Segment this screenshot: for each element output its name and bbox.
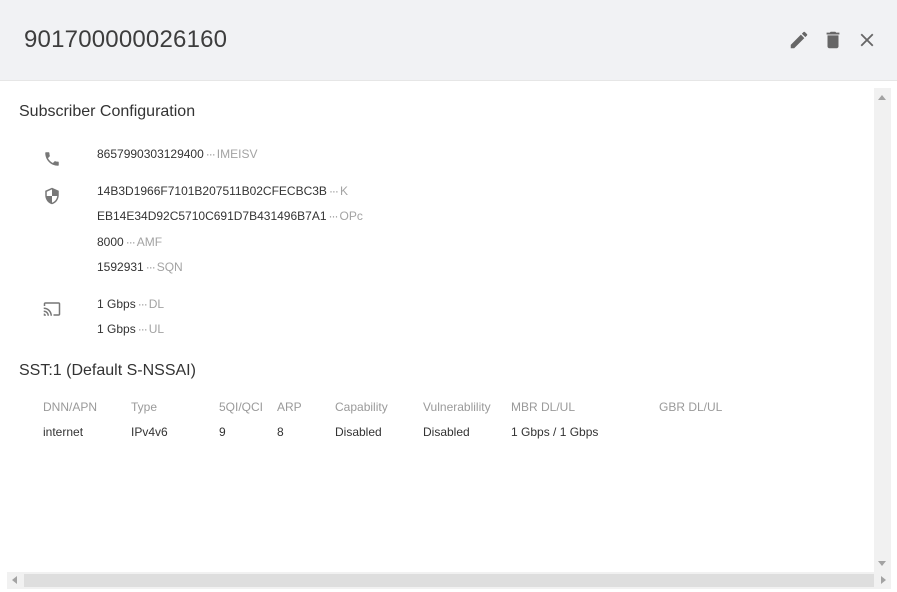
col-header-vulnerability: Vulnerablility: [423, 400, 491, 414]
table-cell-arp: 8: [277, 425, 284, 439]
dots: ···: [328, 209, 339, 223]
col-header-arp: ARP: [277, 400, 302, 414]
k-label: K: [339, 184, 348, 198]
phone-icon: [45, 152, 59, 166]
amf-label: AMF: [136, 235, 163, 249]
imeisv-value: 8657990303129400: [97, 147, 204, 161]
ul-label: UL: [148, 322, 165, 336]
dialog-header: 901700000026160: [0, 0, 897, 81]
opc-value: EB14E34D92C5710C691D7B431496B7A1: [97, 209, 327, 223]
amf-value: 8000: [97, 235, 124, 249]
sqn-row: 1592931 ··· SQN: [97, 260, 183, 274]
shield-icon-wrap: [43, 187, 63, 207]
table-cell-5qi: 9: [219, 425, 226, 439]
dots: ···: [137, 297, 148, 311]
cast-icon: [43, 302, 61, 316]
imeisv-label: IMEISV: [216, 147, 258, 161]
horizontal-scrollbar[interactable]: [7, 572, 891, 589]
dots: ···: [137, 322, 148, 336]
cast-icon-wrap: [43, 300, 63, 320]
table-cell-mbr: 1 Gbps / 1 Gbps: [511, 425, 599, 439]
shield-icon: [45, 187, 59, 205]
table-cell-dnn: internet: [43, 425, 84, 439]
col-header-gbr: GBR DL/UL: [659, 400, 723, 414]
edit-icon: [790, 31, 808, 49]
table-cell-type: IPv4v6: [131, 425, 168, 439]
dots: ···: [328, 184, 339, 198]
dots: ···: [125, 235, 136, 249]
delete-button[interactable]: [821, 28, 845, 52]
page-title: 901700000026160: [24, 26, 228, 53]
horizontal-scroll-thumb[interactable]: [24, 574, 874, 587]
ul-row: 1 Gbps ··· UL: [97, 322, 164, 336]
scroll-left-arrow-icon[interactable]: [12, 576, 17, 584]
phone-icon-wrap: [43, 150, 63, 170]
opc-label: OPc: [339, 209, 363, 223]
table-cell-capability: Disabled: [335, 425, 382, 439]
imeisv-row: 8657990303129400 ··· IMEISV: [97, 147, 257, 161]
vertical-scrollbar[interactable]: [874, 88, 891, 572]
col-header-5qi: 5QI/QCI: [219, 400, 264, 414]
scroll-right-arrow-icon[interactable]: [881, 576, 886, 584]
subscriber-section-title: Subscriber Configuration: [19, 103, 196, 120]
header-actions: [787, 28, 879, 52]
close-button[interactable]: [855, 28, 879, 52]
dl-row: 1 Gbps ··· DL: [97, 297, 164, 311]
dl-value: 1 Gbps: [97, 297, 136, 311]
dl-label: DL: [148, 297, 165, 311]
opc-row: EB14E34D92C5710C691D7B431496B7A1 ··· OPc: [97, 209, 363, 223]
dialog-content[interactable]: Subscriber Configuration 865799030312940…: [0, 81, 874, 572]
delete-icon: [826, 31, 840, 49]
scroll-down-arrow-icon[interactable]: [878, 561, 886, 566]
col-header-dnn: DNN/APN: [43, 400, 98, 414]
dots: ···: [145, 260, 156, 274]
ul-value: 1 Gbps: [97, 322, 136, 336]
sqn-label: SQN: [156, 260, 183, 274]
col-header-mbr: MBR DL/UL: [511, 400, 576, 414]
col-header-type: Type: [131, 400, 158, 414]
close-icon: [860, 33, 874, 47]
col-header-capability: Capability: [335, 400, 388, 414]
dots: ···: [205, 147, 216, 161]
k-value: 14B3D1966F7101B207511B02CFECBC3B: [97, 184, 327, 198]
table-cell-vulnerability: Disabled: [423, 425, 470, 439]
scroll-up-arrow-icon[interactable]: [878, 95, 886, 100]
edit-button[interactable]: [787, 28, 811, 52]
sqn-value: 1592931: [97, 260, 144, 274]
slice-section-title: SST:1 (Default S-NSSAI): [19, 362, 196, 379]
amf-row: 8000 ··· AMF: [97, 235, 162, 249]
k-row: 14B3D1966F7101B207511B02CFECBC3B ··· K: [97, 184, 348, 198]
